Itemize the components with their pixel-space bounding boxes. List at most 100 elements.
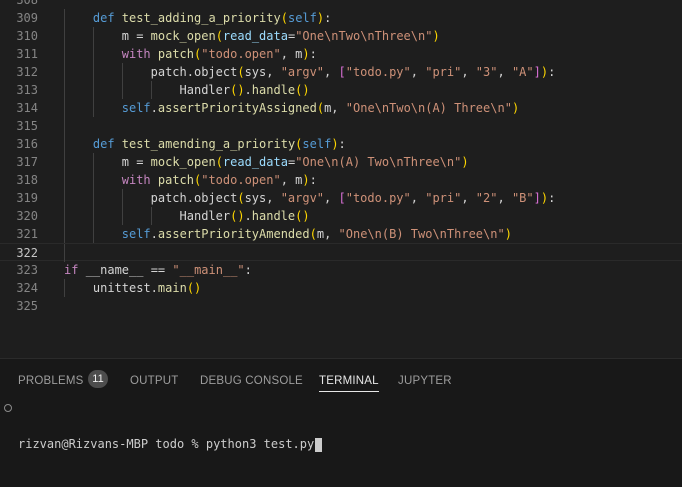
code-line[interactable]: 315	[0, 117, 682, 135]
code-token: mock_open	[150, 155, 216, 169]
code-token: )	[302, 173, 310, 187]
indent-guide	[92, 45, 94, 63]
code-token: def	[92, 137, 122, 151]
indent-guide	[64, 99, 65, 117]
code-line[interactable]: 314 self.assertPriorityAssigned(m, "One\n…	[0, 99, 682, 117]
tab-problems[interactable]: PROBLEMS	[18, 371, 84, 391]
code-token: (	[215, 155, 223, 169]
code-token: ,	[461, 65, 476, 79]
line-number: 318	[16, 173, 38, 187]
code-token: ()	[230, 83, 245, 97]
code-token: sys,	[244, 65, 281, 79]
code-token: handle	[251, 209, 296, 223]
code-token: with	[121, 47, 158, 61]
code-token: sys,	[244, 191, 281, 205]
indent-guide	[64, 117, 65, 135]
code-line[interactable]: 319 patch.object(sys, "argv", ["todo.py",…	[0, 189, 682, 207]
code-line[interactable]: 309 def test_adding_a_priority(self):	[0, 9, 682, 27]
code-line[interactable]: 323 if __name__ == "__main__":	[0, 261, 682, 279]
indent-guide	[64, 244, 65, 262]
indent-guide	[92, 207, 94, 225]
code-token: "argv"	[280, 191, 325, 205]
terminal-line[interactable]: rizvan@Rizvans-MBP todo % python3 test.p…	[0, 399, 323, 452]
code-line[interactable]: 324 unittest.main()	[0, 279, 682, 297]
code-line[interactable]: 325	[0, 297, 682, 315]
code-line[interactable]: 318 with patch("todo.open", m):	[0, 171, 682, 189]
code-token: (	[309, 227, 317, 241]
indent-guide	[64, 27, 65, 45]
code-token: , m	[280, 47, 303, 61]
code-token: Handler	[179, 209, 231, 223]
code-token: :	[309, 173, 317, 187]
tab-terminal[interactable]: TERMINAL	[319, 371, 379, 392]
code-line[interactable]: 310 m = mock_open(read_data="One\nTwo\nTh…	[0, 27, 682, 45]
code-token: self	[302, 137, 332, 151]
code-token: )	[461, 155, 469, 169]
code-token: "__main__"	[172, 263, 245, 277]
code-token: )	[540, 65, 549, 79]
code-token: )	[511, 101, 520, 115]
code-line[interactable]: 320 Handler().handle()	[0, 207, 682, 225]
indent-guide	[64, 135, 65, 153]
tab-debug-console[interactable]: DEBUG CONSOLE	[200, 371, 303, 391]
indent-guide	[150, 81, 152, 99]
code-token: m =	[121, 29, 151, 43]
code-token: ]	[533, 65, 541, 79]
tab-output[interactable]: OUTPUT	[130, 371, 178, 391]
code-token: handle	[251, 83, 296, 97]
indent-guide	[92, 63, 94, 81]
code-line[interactable]: 321 self.assertPriorityAmended(m, "One\n(…	[0, 225, 682, 243]
code-token: )	[302, 47, 310, 61]
code-text: def test_amending_a_priority(self):	[93, 135, 346, 153]
panel-tabs: PROBLEMS 11 OUTPUT DEBUG CONSOLE TERMINA…	[0, 359, 682, 395]
code-editor[interactable]: 308 309 def test_adding_a_priority(self): 3…	[0, 0, 682, 358]
problems-count-badge: 11	[88, 370, 108, 388]
code-token: .	[244, 209, 252, 223]
code-token: ()	[295, 209, 310, 223]
line-number: 322	[16, 246, 38, 260]
code-token: :	[548, 191, 556, 205]
indent-guide	[64, 171, 65, 189]
code-token: "One\nTwo\nThree\n"	[295, 29, 433, 43]
code-token: [	[338, 65, 346, 79]
code-text: patch.object(sys, "argv", ["todo.py", "p…	[151, 63, 556, 81]
indent-guide	[64, 63, 65, 81]
tab-jupyter[interactable]: JUPYTER	[398, 371, 452, 391]
indent-guide	[121, 63, 123, 81]
code-token: :	[338, 137, 346, 151]
code-text: self.assertPriorityAssigned(m, "One\nTwo…	[122, 99, 519, 117]
code-token: ()	[230, 209, 245, 223]
code-token: "todo.open"	[201, 173, 281, 187]
code-token: ,	[497, 65, 512, 79]
code-line[interactable]: 322	[0, 243, 682, 262]
code-token: :	[309, 47, 317, 61]
code-token: (	[316, 101, 325, 115]
code-token: patch.object	[150, 65, 238, 79]
code-token: "One\n(B) Two\nThree\n"	[338, 227, 505, 241]
terminal-prompt: rizvan@Rizvans-MBP todo %	[18, 437, 206, 451]
code-token: (	[237, 191, 245, 205]
code-token: (	[215, 29, 223, 43]
code-token: ,	[497, 191, 512, 205]
terminal-command: python3 test.py	[205, 437, 315, 451]
code-token: ()	[186, 281, 202, 295]
code-line[interactable]: 316 def test_amending_a_priority(self):	[0, 135, 682, 153]
code-line[interactable]: 317 m = mock_open(read_data="One\n(A) Two…	[0, 153, 682, 171]
code-line[interactable]: 311 with patch("todo.open", m):	[0, 45, 682, 63]
indent-guide	[64, 279, 65, 297]
line-number: 315	[16, 119, 38, 133]
code-token: :	[244, 263, 252, 277]
indent-guide	[121, 81, 123, 99]
code-token: patch	[157, 47, 194, 61]
code-token: "argv"	[280, 65, 325, 79]
code-line[interactable]: 312 patch.object(sys, "argv", ["todo.py",…	[0, 63, 682, 81]
code-line[interactable]: 308	[0, 0, 682, 9]
code-token: read_data	[222, 155, 288, 169]
indent-guide	[92, 81, 94, 99]
code-token: __name__ ==	[85, 263, 173, 277]
code-token: def	[92, 11, 122, 25]
code-token: Handler	[179, 83, 231, 97]
code-line[interactable]: 313 Handler().handle()	[0, 81, 682, 99]
code-token: "pri"	[425, 65, 462, 79]
code-token: with	[121, 173, 158, 187]
